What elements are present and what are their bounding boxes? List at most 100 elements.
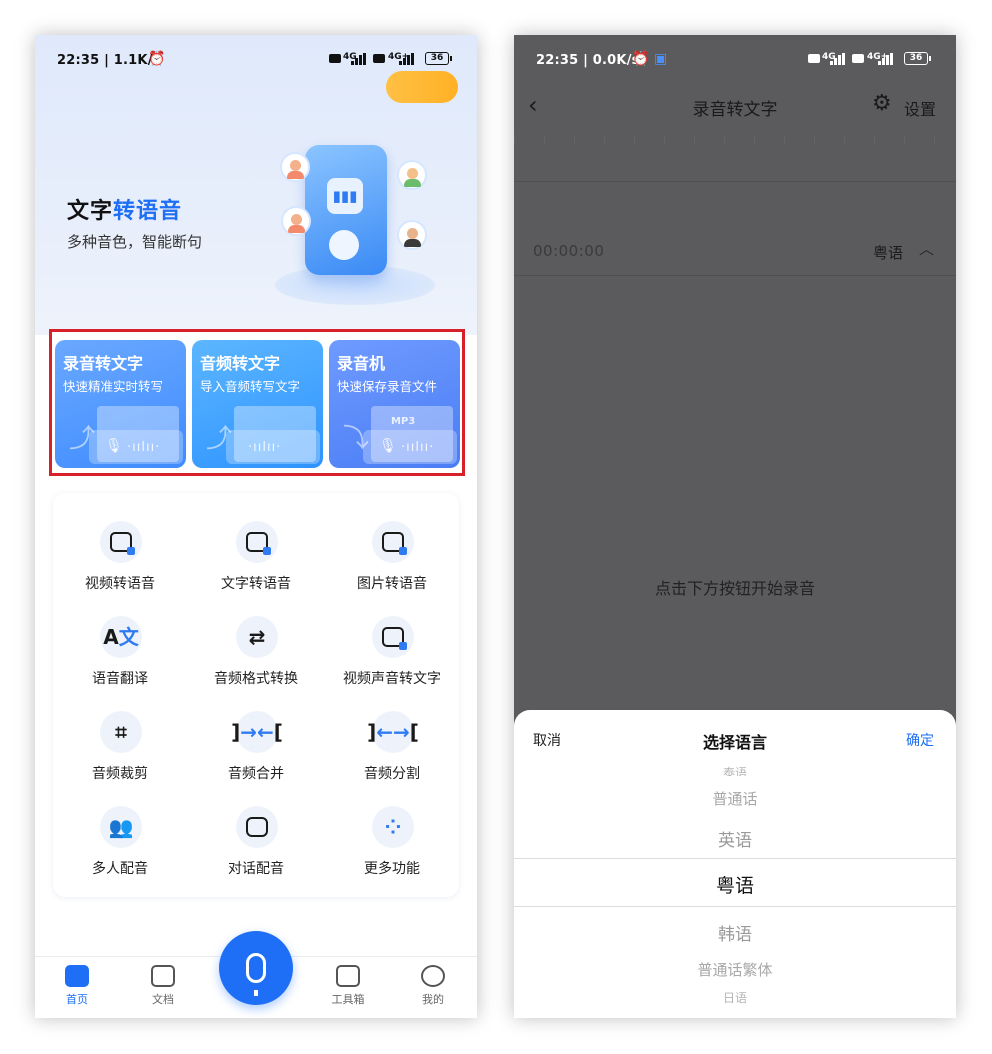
- tool-video-audio-to-text[interactable]: 视频声音转文字: [327, 616, 457, 696]
- alarm-icon: ⏰: [148, 51, 166, 67]
- tool-dialogue-voice[interactable]: 对话配音: [191, 806, 321, 886]
- record-to-text-screen: 22:35 | 0.0K/s ⏰ ▣ 4G 4G+ 36 ‹ 录音转文字 ⚙ 设…: [514, 35, 956, 1018]
- settings-button[interactable]: 设置: [904, 96, 936, 120]
- text-icon: [236, 521, 278, 563]
- selection-line: [514, 906, 956, 907]
- language-option[interactable]: 普通话繁体: [514, 959, 956, 980]
- tool-label: 音频分割: [364, 766, 420, 782]
- language-selector[interactable]: 粤语: [873, 242, 903, 263]
- timeline-ruler: [514, 135, 956, 143]
- battery-icon: 36: [904, 52, 931, 65]
- feature-title: 录音机: [337, 354, 386, 373]
- sheet-title: 选择语言: [702, 733, 767, 752]
- waveform-icon: ▮▮▮: [327, 178, 363, 214]
- smile-icon: [421, 965, 445, 987]
- language-option[interactable]: 普通话: [514, 788, 956, 809]
- alarm-icon: ⏰: [632, 51, 650, 67]
- tool-label: 对话配音: [228, 861, 284, 877]
- tab-home[interactable]: 首页: [47, 965, 107, 1007]
- feature-title: 录音转文字: [63, 354, 144, 373]
- gear-icon[interactable]: ⚙: [872, 91, 892, 116]
- tab-docs[interactable]: 文档: [133, 965, 193, 1007]
- tab-label: 工具箱: [331, 993, 365, 1006]
- home-screen: 22:35 | 1.1K/s ⏰ 4G 4G+ 36 文字转语音 多种音色，智能…: [35, 35, 477, 1018]
- waveform-icon: ·ıılıı·: [248, 440, 282, 455]
- language-option-selected[interactable]: 粤语: [514, 871, 956, 898]
- mp3-label: MP3: [391, 416, 416, 427]
- feature-card-audio-to-text[interactable]: 音频转文字 导入音频转写文字 ⤴ ·ıılıı·: [192, 340, 323, 468]
- tool-label: 多人配音: [92, 861, 148, 877]
- nav-bar: ‹ 录音转文字 ⚙ 设置: [514, 85, 956, 129]
- signal-icon: [830, 53, 846, 65]
- tool-multi-voice[interactable]: 👥 多人配音: [55, 806, 185, 886]
- language-option[interactable]: 日语: [514, 990, 956, 1004]
- avatar-icon: [397, 220, 427, 250]
- hero-banner[interactable]: 22:35 | 1.1K/s ⏰ 4G 4G+ 36 文字转语音 多种音色，智能…: [35, 35, 477, 335]
- language-picker-sheet: 取消 选择语言 确定 泰语 普通话 英语 粤语 韩语 普通话繁体 日语: [514, 710, 956, 1018]
- tool-video-to-speech[interactable]: 视频转语音: [55, 521, 185, 601]
- waveform-icon: ·ıılıı·: [401, 440, 435, 455]
- battery-icon: 36: [425, 52, 452, 65]
- chevron-up-icon[interactable]: ︿: [919, 238, 934, 259]
- signal-icon: [399, 53, 415, 65]
- status-time: 22:35 | 0.0K/s: [536, 53, 640, 68]
- hd-icon: [808, 54, 820, 63]
- tool-audio-crop[interactable]: ⌗ 音频裁剪: [55, 711, 185, 791]
- folder-icon: [151, 965, 175, 987]
- tap-icon: [329, 230, 359, 260]
- feature-card-record-to-text[interactable]: 录音转文字 快速精准实时转写 ⤴ 🎙 ·ıılıı·: [55, 340, 186, 468]
- tool-audio-merge[interactable]: ]→←[ 音频合并: [191, 711, 321, 791]
- translate-icon: A文: [100, 616, 142, 658]
- tab-label: 我的: [422, 993, 444, 1006]
- convert-icon: ⇄: [236, 616, 278, 658]
- avatar-icon: [281, 206, 311, 236]
- language-option[interactable]: 泰语: [514, 762, 956, 776]
- status-time: 22:35 | 1.1K/s: [57, 53, 161, 68]
- tool-text-to-speech[interactable]: 文字转语音: [191, 521, 321, 601]
- feature-subtitle: 快速保存录音文件: [337, 379, 438, 394]
- avatar-icon: [280, 152, 310, 182]
- hero-subtitle: 多种音色，智能断句: [67, 233, 203, 251]
- tab-mine[interactable]: 我的: [403, 965, 463, 1007]
- image-icon: [372, 521, 414, 563]
- tool-format-convert[interactable]: ⇄ 音频格式转换: [191, 616, 321, 696]
- avatar-icon: [397, 160, 427, 190]
- tab-toolbox[interactable]: 工具箱: [318, 965, 378, 1007]
- toolbox-icon: [336, 965, 360, 987]
- crop-icon: ⌗: [100, 711, 142, 753]
- tool-label: 更多功能: [364, 861, 420, 877]
- confirm-button[interactable]: 确定: [906, 730, 934, 750]
- tool-label: 音频裁剪: [92, 766, 148, 782]
- divider: [514, 181, 956, 182]
- tool-image-to-speech[interactable]: 图片转语音: [327, 521, 457, 601]
- split-icon: ]←→[: [367, 711, 419, 753]
- feature-subtitle: 导入音频转写文字: [200, 379, 301, 394]
- microphone-icon: [246, 953, 266, 996]
- tool-label: 视频转语音: [85, 576, 155, 592]
- tool-audio-split[interactable]: ]←→[ 音频分割: [327, 711, 457, 791]
- status-bar: 22:35 | 0.0K/s ⏰ ▣ 4G 4G+ 36: [514, 35, 956, 85]
- chat-icon: [236, 806, 278, 848]
- feature-cards-highlight: 录音转文字 快速精准实时转写 ⤴ 🎙 ·ıılıı· 音频转文字 导入音频转写文…: [49, 329, 465, 476]
- feature-card-recorder[interactable]: 录音机 快速保存录音文件 MP3 ⤵ 🎙 ·ıılıı·: [329, 340, 460, 468]
- tool-voice-translate[interactable]: A文 语音翻译: [55, 616, 185, 696]
- tool-more[interactable]: ⁘ 更多功能: [327, 806, 457, 886]
- language-option[interactable]: 韩语: [514, 920, 956, 945]
- hd-icon: [329, 54, 341, 63]
- home-icon: [65, 965, 89, 987]
- feature-subtitle: 快速精准实时转写: [63, 379, 164, 394]
- feature-title: 音频转文字: [200, 354, 281, 373]
- record-button[interactable]: [219, 931, 293, 1005]
- language-option[interactable]: 英语: [514, 826, 956, 851]
- hero-illustration-icon: ▮▮▮: [265, 140, 465, 320]
- tool-label: 图片转语音: [357, 576, 427, 592]
- hero-title: 文字转语音: [67, 199, 183, 224]
- tab-label: 文档: [152, 993, 174, 1006]
- notification-icon: ▣: [654, 51, 668, 67]
- tab-label: 首页: [66, 993, 88, 1006]
- waveform-icon: ·ıılıı·: [127, 440, 161, 455]
- people-icon: 👥: [100, 806, 142, 848]
- hd-icon: [373, 54, 385, 63]
- vip-badge[interactable]: [386, 71, 458, 103]
- record-timer: 00:00:00: [533, 242, 605, 260]
